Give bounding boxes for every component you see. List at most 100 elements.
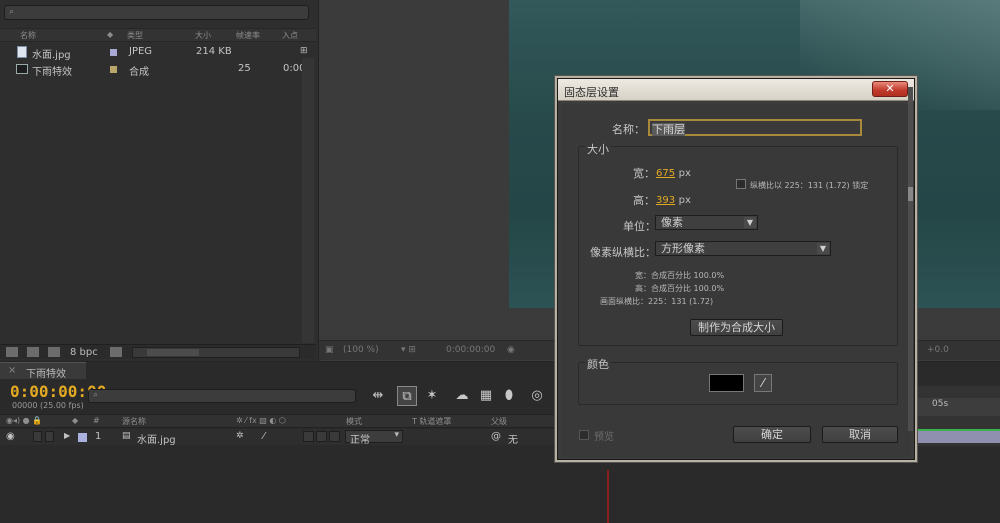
parent-dropdown[interactable]: 无 bbox=[508, 431, 518, 446]
exposure-value[interactable]: +0.0 bbox=[927, 345, 949, 355]
tab-timeline[interactable]: × 下雨特效 bbox=[0, 362, 86, 380]
zoom-dropdown[interactable]: (100 %) bbox=[343, 345, 379, 355]
project-item[interactable]: 下雨特效 合成 25 0:00 bbox=[0, 61, 316, 78]
eyedropper-icon[interactable]: ⁄ bbox=[754, 374, 772, 392]
resolution-icon[interactable]: ▾ ⊞ bbox=[401, 345, 416, 355]
column-parent[interactable]: 父级 bbox=[491, 416, 507, 427]
units-label: 单位： bbox=[623, 220, 656, 233]
motion-blur-icon[interactable]: ▦ bbox=[476, 386, 496, 406]
label-swatch[interactable] bbox=[110, 66, 117, 73]
blend-mode-dropdown[interactable]: 正常 bbox=[345, 430, 403, 446]
av-switches-icon: ◉◂) ● 🔒 bbox=[6, 416, 43, 425]
column-fps[interactable]: 帧速率 bbox=[236, 30, 260, 41]
info-frame-aspect: 画面纵横比：225：131 (1.72) bbox=[600, 297, 714, 306]
project-horizontal-scrollbar[interactable] bbox=[132, 347, 300, 358]
layer-row[interactable]: ◉ ▶ 1 ▤ 水面.jpg ✲ ⁄ 正常 @ 无 bbox=[0, 429, 560, 446]
scrollbar-thumb[interactable] bbox=[908, 187, 913, 201]
project-search-input[interactable]: ⌕ bbox=[4, 5, 309, 20]
shy-layers-icon[interactable]: ✶ bbox=[422, 386, 442, 406]
item-type: JPEG bbox=[129, 46, 153, 57]
switch-box[interactable] bbox=[329, 431, 340, 442]
size-group-label: 大小 bbox=[585, 141, 611, 157]
close-tab-icon[interactable]: × bbox=[8, 365, 16, 376]
trash-icon[interactable] bbox=[110, 347, 122, 357]
current-time-indicator[interactable] bbox=[607, 470, 609, 523]
new-folder-icon[interactable] bbox=[27, 347, 39, 357]
eye-icon[interactable]: ◉ bbox=[6, 431, 15, 442]
layer-switches-icon: ✲ ⁄ fx ▧ ◐ ⬡ bbox=[236, 416, 286, 425]
label-swatch[interactable] bbox=[110, 49, 117, 56]
project-panel: ⌕ 名称 ◆ 类型 大小 帧速率 入点 水面.jpg JPEG 214 KB ⊞… bbox=[0, 0, 318, 361]
lock-aspect-checkbox[interactable] bbox=[736, 179, 746, 189]
always-preview-icon[interactable]: ▣ bbox=[325, 345, 334, 355]
graph-editor-icon[interactable]: ◎ bbox=[527, 386, 547, 406]
height-value[interactable]: 393 px bbox=[656, 193, 691, 206]
dialog-titlebar[interactable]: 固态层设置 ✕ bbox=[558, 79, 914, 101]
units-dropdown[interactable]: 像素 ▼ bbox=[655, 215, 758, 230]
scrollbar-thumb[interactable] bbox=[147, 349, 199, 356]
column-mode[interactable]: 模式 bbox=[346, 416, 362, 427]
column-in[interactable]: 入点 bbox=[282, 30, 298, 41]
search-icon: ⌕ bbox=[9, 7, 15, 17]
frame-blending-icon[interactable]: ☁ bbox=[452, 386, 472, 406]
switch-box[interactable] bbox=[303, 431, 314, 442]
shy-switch-icon[interactable]: ✲ bbox=[236, 431, 244, 441]
color-swatch[interactable] bbox=[709, 374, 744, 392]
width-label: 宽： bbox=[633, 167, 655, 180]
ruler-tick-label: 05s bbox=[932, 399, 949, 409]
cancel-button[interactable]: 取消 bbox=[822, 426, 898, 443]
interpret-footage-icon[interactable] bbox=[6, 347, 18, 357]
new-composition-icon[interactable] bbox=[48, 347, 60, 357]
units-value: 像素 bbox=[661, 216, 683, 229]
layer-number: 1 bbox=[95, 431, 102, 442]
column-name[interactable]: 名称 bbox=[20, 30, 36, 41]
timeline-graph-area[interactable]: 05s bbox=[910, 386, 1000, 446]
name-label: 名称： bbox=[612, 123, 645, 136]
item-name: 水面.jpg bbox=[32, 50, 71, 61]
project-item[interactable]: 水面.jpg JPEG 214 KB ⊞ bbox=[0, 44, 316, 61]
column-source-name[interactable]: 源名称 bbox=[122, 416, 146, 427]
name-field[interactable]: 下雨层 bbox=[648, 119, 862, 136]
column-track-matte[interactable]: T 轨道遮罩 bbox=[412, 416, 451, 427]
pixel-aspect-label: 像素纵横比： bbox=[590, 246, 656, 259]
frame-rate-readout: 00000 (25.00 fps) bbox=[12, 401, 84, 410]
tab-label: 下雨特效 bbox=[26, 369, 66, 380]
flowchart-icon[interactable]: ⊞ bbox=[300, 46, 308, 56]
solo-switch[interactable] bbox=[33, 431, 42, 442]
project-vertical-scrollbar[interactable] bbox=[302, 58, 314, 343]
time-ruler[interactable]: 05s bbox=[910, 398, 1000, 416]
width-value[interactable]: 675 px bbox=[656, 166, 691, 179]
layer-label-swatch[interactable] bbox=[78, 433, 87, 442]
project-footer: 8 bpc bbox=[0, 344, 316, 359]
column-size[interactable]: 大小 bbox=[195, 30, 211, 41]
composition-mini-flowchart-icon[interactable]: ⇹ bbox=[368, 386, 388, 406]
pixel-aspect-dropdown[interactable]: 方形像素 ▼ bbox=[655, 241, 831, 256]
item-name: 下雨特效 bbox=[32, 67, 72, 78]
quality-switch-icon[interactable]: ⁄ bbox=[263, 431, 265, 442]
close-button[interactable]: ✕ bbox=[872, 81, 908, 97]
image-file-icon bbox=[17, 46, 27, 58]
make-comp-size-button[interactable]: 制作为合成大小 bbox=[690, 319, 783, 336]
composition-icon bbox=[16, 64, 28, 74]
column-index[interactable]: # bbox=[93, 416, 100, 425]
item-size: 214 KB bbox=[196, 46, 232, 57]
solid-settings-dialog: 固态层设置 ✕ 名称： 下雨层 大小 宽： 675 px 纵横比以 225：13… bbox=[557, 78, 915, 460]
pickwhip-icon[interactable]: @ bbox=[491, 431, 501, 442]
dialog-scrollbar[interactable] bbox=[908, 87, 913, 431]
expand-chevron-icon[interactable]: ▶ bbox=[64, 431, 70, 440]
timeline-search-input[interactable]: ⌕ bbox=[88, 389, 356, 403]
layer-name[interactable]: 水面.jpg bbox=[137, 431, 176, 446]
dialog-body: 名称： 下雨层 大小 宽： 675 px 纵横比以 225：131 (1.72)… bbox=[561, 104, 911, 457]
preview-checkbox[interactable] bbox=[579, 430, 589, 440]
draft-3d-icon[interactable]: ⧉ bbox=[397, 386, 417, 406]
timecode-display[interactable]: 0:00:00:00 bbox=[446, 345, 495, 355]
ok-button[interactable]: 确定 bbox=[733, 426, 811, 443]
brainstorm-icon[interactable]: ⬮ bbox=[499, 386, 519, 406]
bit-depth-button[interactable]: 8 bpc bbox=[70, 347, 98, 358]
chevron-down-icon: ▼ bbox=[817, 243, 829, 254]
switch-box[interactable] bbox=[316, 431, 327, 442]
layer-duration-bar[interactable] bbox=[910, 429, 1000, 443]
lock-switch[interactable] bbox=[45, 431, 54, 442]
snapshot-icon[interactable]: ◉ bbox=[507, 345, 515, 355]
column-type[interactable]: 类型 bbox=[127, 30, 143, 41]
